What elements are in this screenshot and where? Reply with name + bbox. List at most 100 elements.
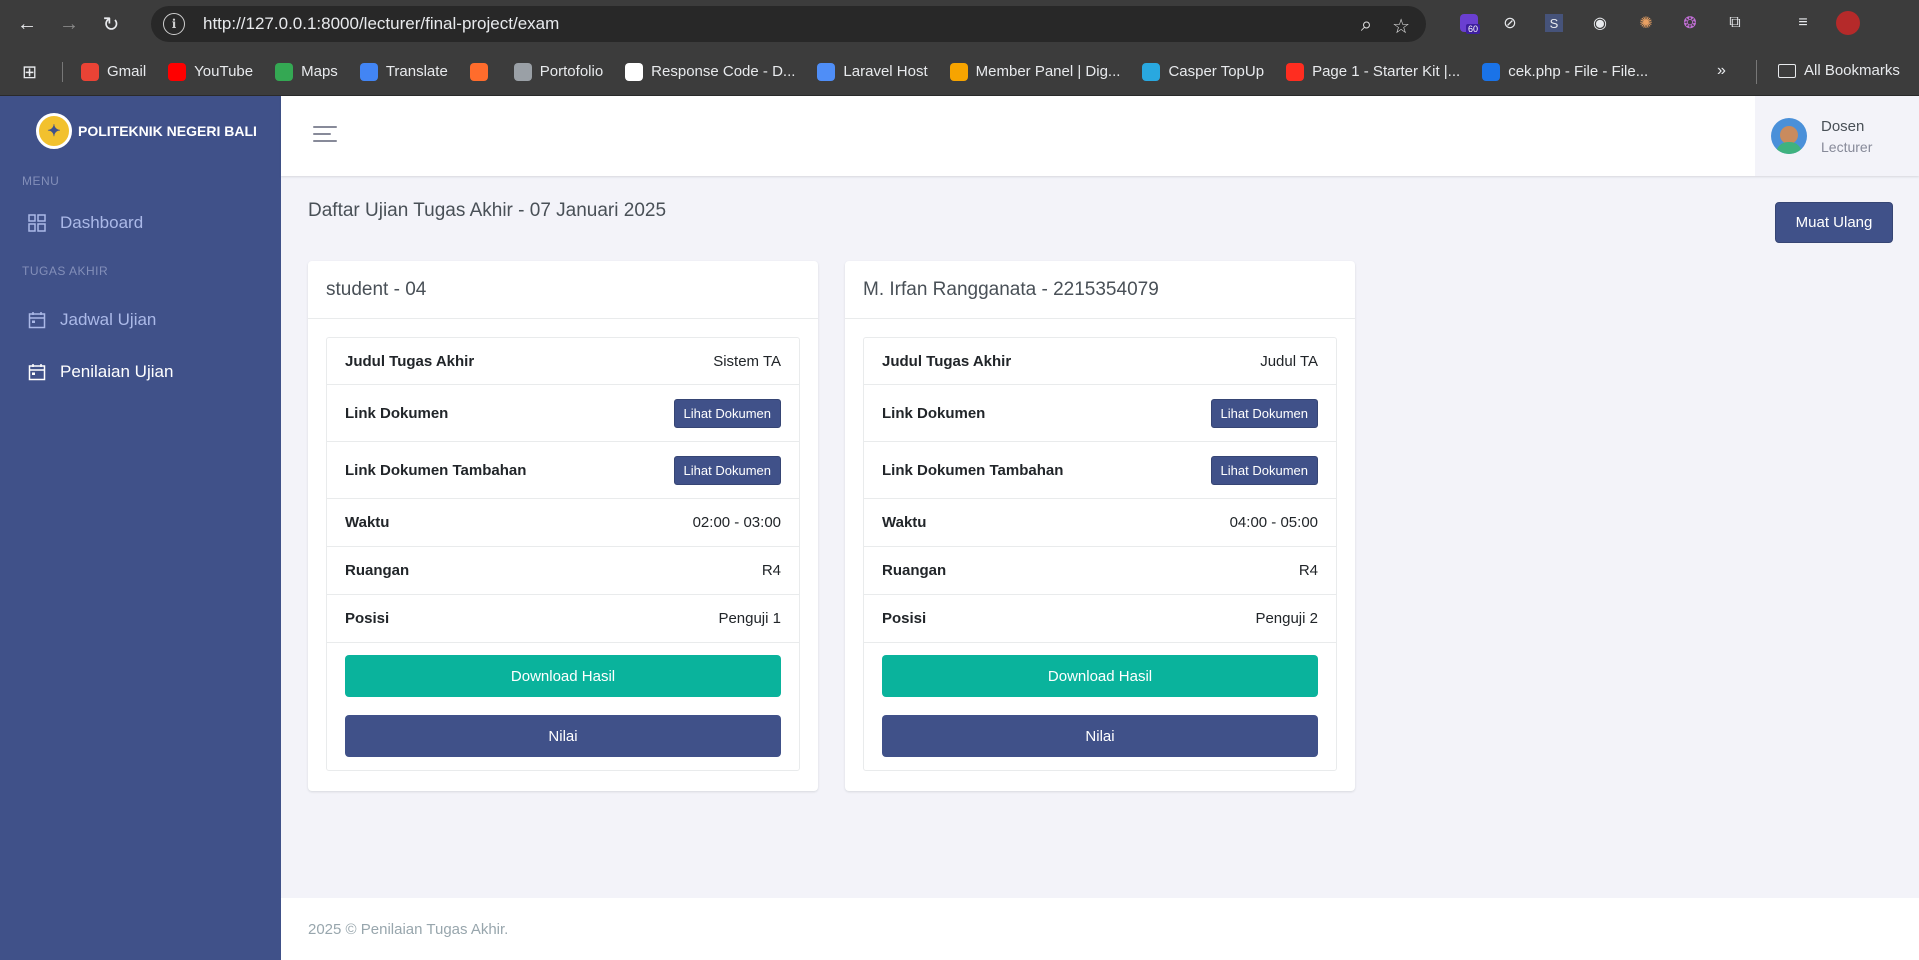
site-info-icon[interactable]: i [163, 13, 185, 35]
digital-icon [949, 62, 968, 81]
detail-row: Posisi Penguji 2 [864, 595, 1336, 643]
divider [1756, 60, 1757, 84]
url-text[interactable]: http://127.0.0.1:8000/lecturer/final-pro… [203, 14, 559, 34]
reload-icon[interactable]: ↻ [96, 9, 126, 39]
user-role: Lecturer [1821, 138, 1873, 155]
sidebar-item-penilaian-ujian[interactable]: Penilaian Ujian [0, 346, 281, 398]
forward-icon[interactable]: → [54, 9, 84, 39]
sidebar-item-dashboard[interactable]: Dashboard [0, 196, 281, 250]
row-value: R4 [761, 562, 781, 579]
bookmark-item[interactable]: Translate [359, 62, 448, 81]
brand[interactable]: ✦ POLITEKNIK NEGERI BALI [0, 96, 281, 166]
row-label: Link Dokumen Tambahan [345, 461, 527, 479]
detail-row: Posisi Penguji 1 [327, 595, 799, 643]
extensions-puzzle-icon[interactable]: ⧉ [1722, 10, 1748, 36]
address-bar[interactable]: i http://127.0.0.1:8000/lecturer/final-p… [151, 6, 1426, 42]
exam-details: Judul Tugas Akhir Judul TA Link Dokumen … [863, 337, 1337, 771]
bookmark-item[interactable]: Laravel Host [817, 62, 928, 81]
user-name: Dosen [1821, 117, 1865, 135]
maps-icon [275, 62, 294, 81]
bookmark-star-icon[interactable]: ☆ [1392, 14, 1410, 39]
bookmark-item[interactable]: Maps [275, 62, 338, 81]
bookmark-item[interactable]: Page 1 - Starter Kit |... [1286, 62, 1460, 81]
grade-button[interactable]: Nilai [882, 715, 1318, 757]
hamburger-menu-icon[interactable] [313, 126, 337, 146]
bookmark-item[interactable]: cek.php - File - File... [1482, 62, 1649, 81]
row-value: 04:00 - 05:00 [1229, 514, 1318, 531]
row-label: Waktu [882, 514, 927, 531]
row-label: Ruangan [882, 562, 947, 579]
bookmark-item[interactable]: Casper TopUp [1142, 62, 1265, 81]
bookmark-item[interactable]: Member Panel | Dig... [949, 62, 1120, 81]
download-result-button[interactable]: Download Hasil [882, 655, 1318, 697]
row-label: Posisi [882, 610, 927, 627]
dashboard-icon [28, 214, 46, 232]
bookmark-item[interactable]: Portofolio [513, 62, 603, 81]
all-bookmarks[interactable]: All Bookmarks [1778, 62, 1900, 79]
apps-grid-icon[interactable]: ⊞ [22, 62, 42, 82]
detail-row: Judul Tugas Akhir Sistem TA [327, 338, 799, 385]
detail-row: Link Dokumen Lihat Dokumen [327, 385, 799, 442]
laravel-icon [1286, 62, 1305, 81]
calendar-icon [28, 364, 46, 381]
grade-button[interactable]: Nilai [345, 715, 781, 757]
row-label: Judul Tugas Akhir [345, 352, 475, 370]
bookmark-item[interactable]: YouTube [168, 62, 254, 81]
bookmark-item[interactable]: Response Code - D... [625, 62, 796, 81]
compass-extension-icon[interactable]: ⊘ [1497, 10, 1523, 36]
gmail-icon [81, 62, 99, 81]
row-label: Judul Tugas Akhir [882, 352, 1012, 370]
row-value: Penguji 2 [1255, 610, 1318, 627]
avatar [1771, 118, 1807, 154]
exam-card: student - 04 Judul Tugas Akhir Sistem TA… [308, 261, 818, 791]
download-result-button[interactable]: Download Hasil [345, 655, 781, 697]
detail-row: Judul Tugas Akhir Judul TA [864, 338, 1336, 385]
zoom-icon[interactable]: ⌕ [1361, 14, 1372, 39]
bookmark-item[interactable]: Gmail [81, 62, 146, 81]
s-extension-icon[interactable]: S [1541, 10, 1567, 36]
detail-row: Link Dokumen Lihat Dokumen [864, 385, 1336, 442]
profile-avatar-icon[interactable] [1835, 10, 1861, 36]
reel-extension-icon[interactable]: ✺ [1633, 10, 1659, 36]
bookmark-label: Laravel Host [843, 63, 928, 80]
view-additional-document-button[interactable]: Lihat Dokumen [1210, 455, 1318, 485]
bookmark-label: Casper TopUp [1168, 63, 1265, 80]
card-header: student - 04 [308, 261, 818, 319]
bookmarks-bar: ⊞ Gmail YouTube Maps Translate Portofolio Res… [0, 48, 1919, 96]
sidebar-item-label: Dashboard [60, 213, 144, 232]
detail-row: Ruangan R4 [864, 547, 1336, 595]
row-value: Penguji 1 [718, 610, 781, 627]
cpanel-icon [469, 62, 488, 81]
folder-icon [1778, 63, 1796, 78]
back-icon[interactable]: ← [12, 9, 42, 39]
media-control-icon[interactable]: ≡ [1790, 10, 1816, 36]
user-dropdown[interactable]: Dosen Lecturer [1755, 96, 1919, 176]
reload-button[interactable]: Muat Ulang [1775, 202, 1893, 243]
bookmark-label: Response Code - D... [651, 63, 796, 80]
extension-badge: 60 [1466, 24, 1481, 34]
sidebar-item-label: Penilaian Ujian [60, 362, 174, 381]
extension-icon[interactable]: 60 [1456, 10, 1482, 36]
topbar: Dosen Lecturer [281, 96, 1919, 176]
bookmark-label: cek.php - File - File... [1508, 63, 1649, 80]
bookmark-label: Maps [301, 63, 338, 80]
bookmark-item[interactable] [469, 62, 496, 81]
laravel-host-icon [817, 62, 836, 81]
bookmark-label: Translate [385, 63, 448, 80]
sidebar-item-jadwal-ujian[interactable]: Jadwal Ujian [0, 294, 281, 346]
row-value: 02:00 - 03:00 [692, 514, 781, 531]
calendar-icon [28, 312, 46, 329]
more-bookmarks-icon[interactable]: » [1717, 62, 1726, 80]
view-document-button[interactable]: Lihat Dokumen [1210, 398, 1318, 428]
view-additional-document-button[interactable]: Lihat Dokumen [673, 455, 781, 485]
row-value: R4 [1298, 562, 1318, 579]
all-bookmarks-label: All Bookmarks [1804, 62, 1900, 79]
row-label: Link Dokumen [882, 404, 986, 422]
footer: 2025 © Penilaian Tugas Akhir. [281, 898, 1919, 960]
eye-extension-icon[interactable]: ◉ [1587, 10, 1613, 36]
brain-extension-icon[interactable]: ❂ [1677, 10, 1703, 36]
section-title: TUGAS AKHIR [22, 264, 109, 278]
bookmark-label: YouTube [194, 63, 254, 80]
view-document-button[interactable]: Lihat Dokumen [673, 398, 781, 428]
row-label: Link Dokumen Tambahan [882, 461, 1064, 479]
